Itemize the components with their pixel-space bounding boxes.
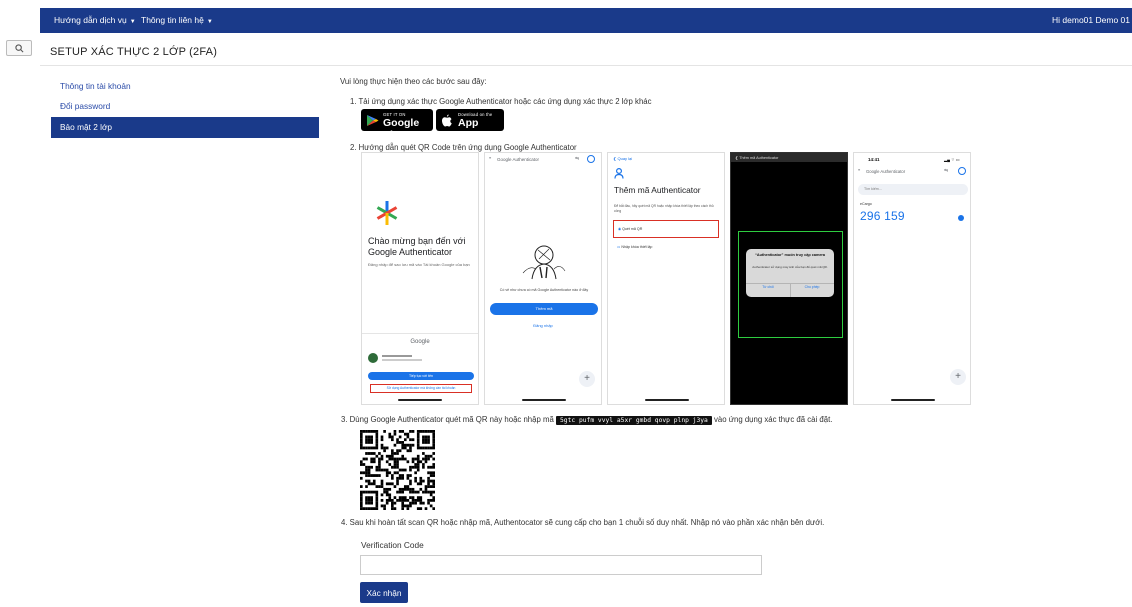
back-link: ❮ Quay lại — [613, 156, 632, 161]
verification-code-input[interactable] — [360, 555, 762, 575]
camera-header: ❮ Thêm mã Authenticator — [735, 155, 778, 160]
add-code-button: Thêm mã — [490, 303, 598, 315]
qr-code-image — [360, 430, 436, 511]
camera-icon: ◉ — [618, 227, 622, 231]
guide-screen-add-code: ❮ Quay lại Thêm mã Authenticator Để bắt … — [607, 152, 725, 405]
sidebar-item-account-info[interactable]: Thông tin tài khoản — [51, 77, 319, 96]
search-field: Tìm kiếm... — [858, 184, 968, 195]
dialog-body: Authenticator sử dụng máy ảnh của bạn để… — [752, 265, 828, 269]
scan-qr-option: ◉ Quét mã QR — [613, 220, 719, 238]
add-fab-icon: + — [950, 369, 966, 385]
add-fab-icon: + — [579, 371, 595, 387]
person-icon — [614, 168, 624, 179]
scan-qr-label: Quét mã QR — [622, 227, 643, 231]
otp-code: 296 159 — [860, 209, 905, 223]
back-label: Quay lại — [617, 156, 633, 161]
qr-code — [360, 430, 436, 511]
step2-text: 2. Hướng dẫn quét QR Code trên ứng dụng … — [350, 143, 577, 152]
avatar — [368, 353, 378, 363]
menu-icon: ≡ — [858, 168, 861, 172]
empty-caption: Có vẻ như chưa có mã Google Authenticato… — [499, 288, 589, 292]
empty-illustration-icon — [522, 245, 566, 280]
guide-screen-empty: ≡ Google Authenticator ⇋ Có vẻ như chưa … — [484, 152, 602, 405]
timer-icon — [958, 215, 964, 221]
guide-screen-code: 14:41 ▂▄ ⌔ ▭ ≡ Google Authenticator ⇋ Tì… — [853, 152, 971, 405]
google-play-big-text: Google Play — [383, 117, 420, 141]
no-account-link: Sử dụng Authenticator mà không cần tài k… — [370, 384, 472, 393]
deny-button: Từ chối — [762, 285, 774, 289]
sidebar: Thông tin tài khoản Đổi password Bảo mật… — [51, 77, 319, 139]
verification-code-label: Verification Code — [361, 540, 424, 550]
chevron-down-icon: ▼ — [129, 19, 136, 25]
keyboard-icon: ▭ — [617, 245, 621, 249]
enter-key-label: Nhập khóa thiết lập — [621, 245, 653, 249]
sidebar-item-2fa[interactable]: Bảo mật 2 lớp — [51, 117, 319, 138]
step1-text: 1. Tải ứng dụng xác thực Google Authenti… — [350, 97, 652, 106]
google-wordmark: Google — [410, 339, 430, 345]
user-greeting[interactable]: Hi demo01 Demo 01 — [1052, 15, 1130, 25]
nav-contact-menu[interactable]: Thông tin liên hệ ▼ — [141, 15, 213, 25]
guide-screen-camera: ❮ Thêm mã Authenticator “Authenticator” … — [730, 152, 848, 405]
app-store-big-text: App Store — [458, 117, 485, 141]
nav-contact-label: Thông tin liên hệ — [141, 15, 204, 25]
menu-icon: ≡ — [489, 156, 492, 160]
sidebar-item-change-password[interactable]: Đổi password — [51, 97, 319, 116]
app-header: Google Authenticator — [497, 157, 540, 162]
app-store-badge[interactable]: Download on the App Store — [436, 109, 504, 141]
step4-text: 4. Sau khi hoàn tất scan QR hoặc nhập mã… — [341, 518, 825, 527]
step3-suffix: vào ứng dụng xác thực đã cài đặt. — [714, 415, 833, 424]
confirm-button[interactable]: Xác nhận — [360, 582, 408, 603]
divider — [40, 65, 1132, 66]
status-time: 14:41 — [868, 157, 880, 162]
search-button[interactable] — [6, 40, 32, 56]
sync-icon: ⇋ — [575, 156, 580, 162]
chevron-left-icon: ❮ — [735, 156, 739, 160]
app-header: Google Authenticator — [866, 169, 906, 174]
secret-key[interactable]: 5gtc pufm vvyl a5xr gmbd qovp plnp j3ya — [556, 416, 712, 425]
account-name: eCargo — [860, 202, 872, 206]
add-code-desc: Để bắt đầu, hãy quét mã QR hoặc nhập khó… — [614, 204, 714, 213]
welcome-heading: Chào mừng bạn đến với Google Authenticat… — [368, 236, 466, 257]
chevron-down-icon: ▼ — [206, 19, 213, 25]
permission-dialog: “Authenticator” muốn truy cập camera Aut… — [746, 249, 834, 297]
nav-guide-menu[interactable]: Hướng dẫn dịch vụ ▼ — [54, 15, 136, 25]
apple-icon — [442, 114, 452, 127]
status-icons: ▂▄ ⌔ ▭ — [944, 157, 960, 162]
allow-button: Cho phép — [804, 285, 820, 289]
page-title: SETUP XÁC THỰC 2 LỚP (2FA) — [50, 46, 218, 58]
google-play-icon — [367, 115, 379, 126]
signin-link: Đăng nhập — [533, 323, 553, 328]
google-play-badge[interactable]: GET IT ON Google Play — [361, 109, 433, 141]
continue-as-button: Tiếp tục với tên — [368, 372, 474, 380]
guide-screen-welcome: Chào mừng bạn đến với Google Authenticat… — [361, 152, 479, 405]
dialog-title: “Authenticator” muốn truy cập camera — [754, 253, 826, 257]
intro-text: Vui lòng thực hiện theo các bước sau đây… — [340, 77, 487, 86]
account-icon — [958, 167, 966, 175]
welcome-subtext: Đăng nhập để sao lưu mã vào Tài khoản Go… — [368, 262, 470, 267]
enter-key-option: ▭ Nhập khóa thiết lập — [617, 245, 652, 249]
account-icon — [587, 155, 595, 163]
sync-icon: ⇋ — [944, 168, 949, 174]
chevron-left-icon: ❮ — [613, 156, 617, 161]
authenticator-logo-icon — [376, 201, 398, 225]
step3-prefix: 3. Dùng Google Authenticator quét mã QR … — [341, 415, 554, 424]
search-icon — [14, 43, 23, 52]
top-navbar: Hướng dẫn dịch vụ ▼ Thông tin liên hệ ▼ Hi… — [40, 8, 1132, 33]
nav-guide-label: Hướng dẫn dịch vụ — [54, 15, 127, 25]
camera-header-label: Thêm mã Authenticator — [739, 156, 779, 160]
add-code-heading: Thêm mã Authenticator — [614, 185, 701, 195]
step3-text: 3. Dùng Google Authenticator quét mã QR … — [341, 414, 832, 427]
